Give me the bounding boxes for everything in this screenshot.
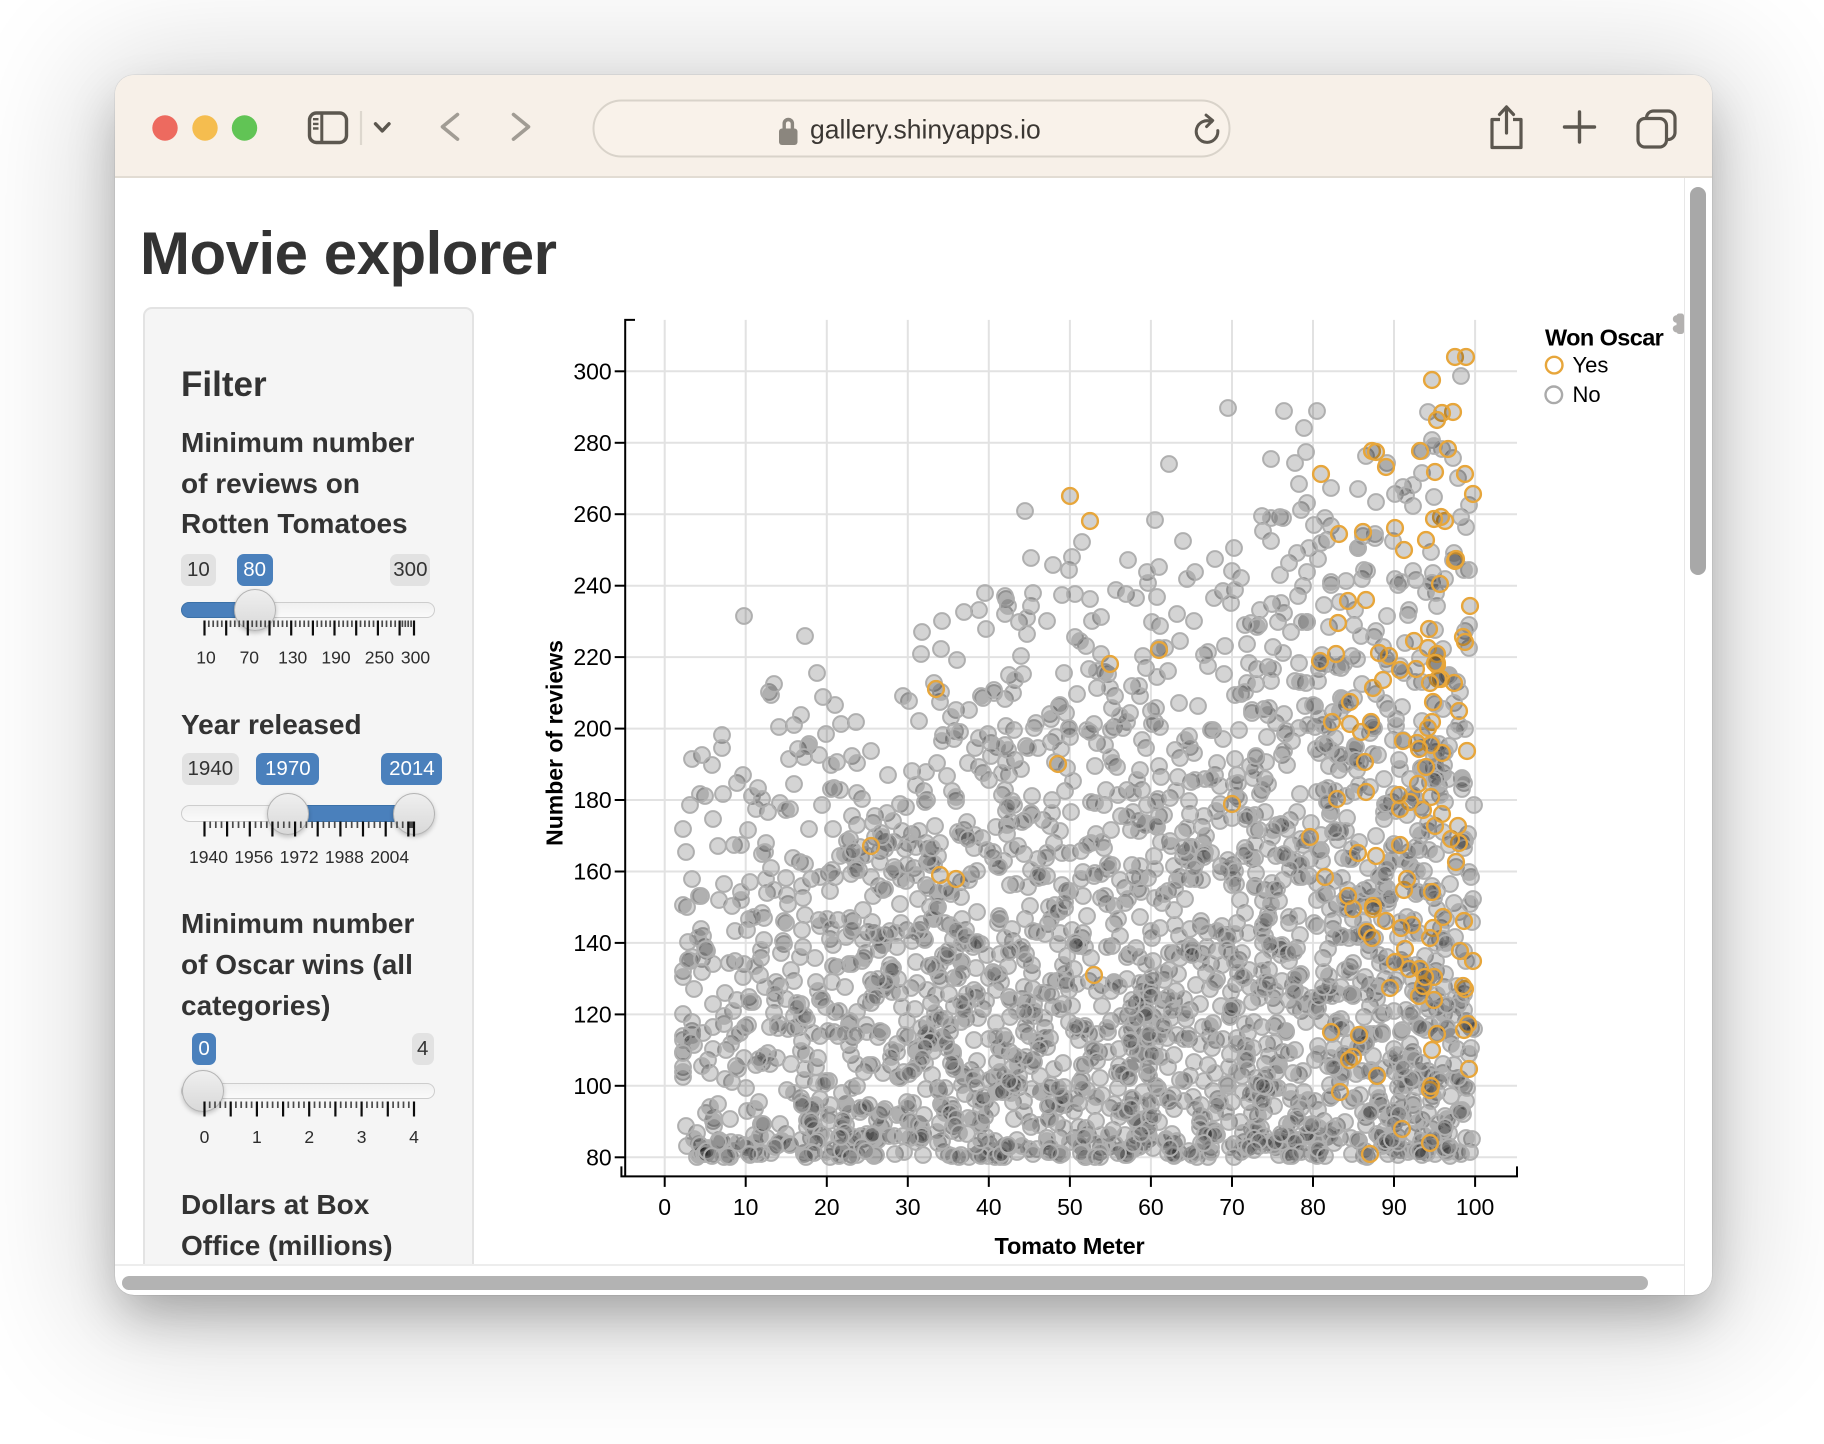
svg-text:40: 40 <box>976 1194 1002 1220</box>
svg-text:Number of reviews: Number of reviews <box>542 640 568 846</box>
svg-text:300: 300 <box>573 358 611 384</box>
svg-text:180: 180 <box>573 787 611 813</box>
svg-text:50: 50 <box>1057 1194 1083 1220</box>
svg-text:0: 0 <box>658 1194 671 1220</box>
svg-text:Won Oscar: Won Oscar <box>1545 325 1664 351</box>
svg-text:10: 10 <box>733 1194 759 1220</box>
svg-text:80: 80 <box>1300 1194 1326 1220</box>
svg-text:100: 100 <box>573 1073 611 1099</box>
svg-text:260: 260 <box>573 501 611 527</box>
svg-text:gallery.shinyapps.io: gallery.shinyapps.io <box>810 115 1041 145</box>
svg-text:160: 160 <box>573 859 611 885</box>
svg-text:No: No <box>1573 382 1601 407</box>
svg-text:120: 120 <box>573 1001 611 1027</box>
svg-text:Tomato Meter: Tomato Meter <box>995 1233 1145 1259</box>
svg-text:20: 20 <box>814 1194 840 1220</box>
svg-text:280: 280 <box>573 430 611 456</box>
svg-text:70: 70 <box>1219 1194 1245 1220</box>
svg-text:100: 100 <box>1456 1194 1494 1220</box>
svg-text:140: 140 <box>573 930 611 956</box>
svg-text:Yes: Yes <box>1573 353 1609 378</box>
svg-text:220: 220 <box>573 644 611 670</box>
svg-text:30: 30 <box>895 1194 921 1220</box>
svg-text:60: 60 <box>1138 1194 1164 1220</box>
svg-text:200: 200 <box>573 716 611 742</box>
svg-text:90: 90 <box>1381 1194 1407 1220</box>
svg-text:80: 80 <box>586 1144 612 1170</box>
svg-text:240: 240 <box>573 573 611 599</box>
